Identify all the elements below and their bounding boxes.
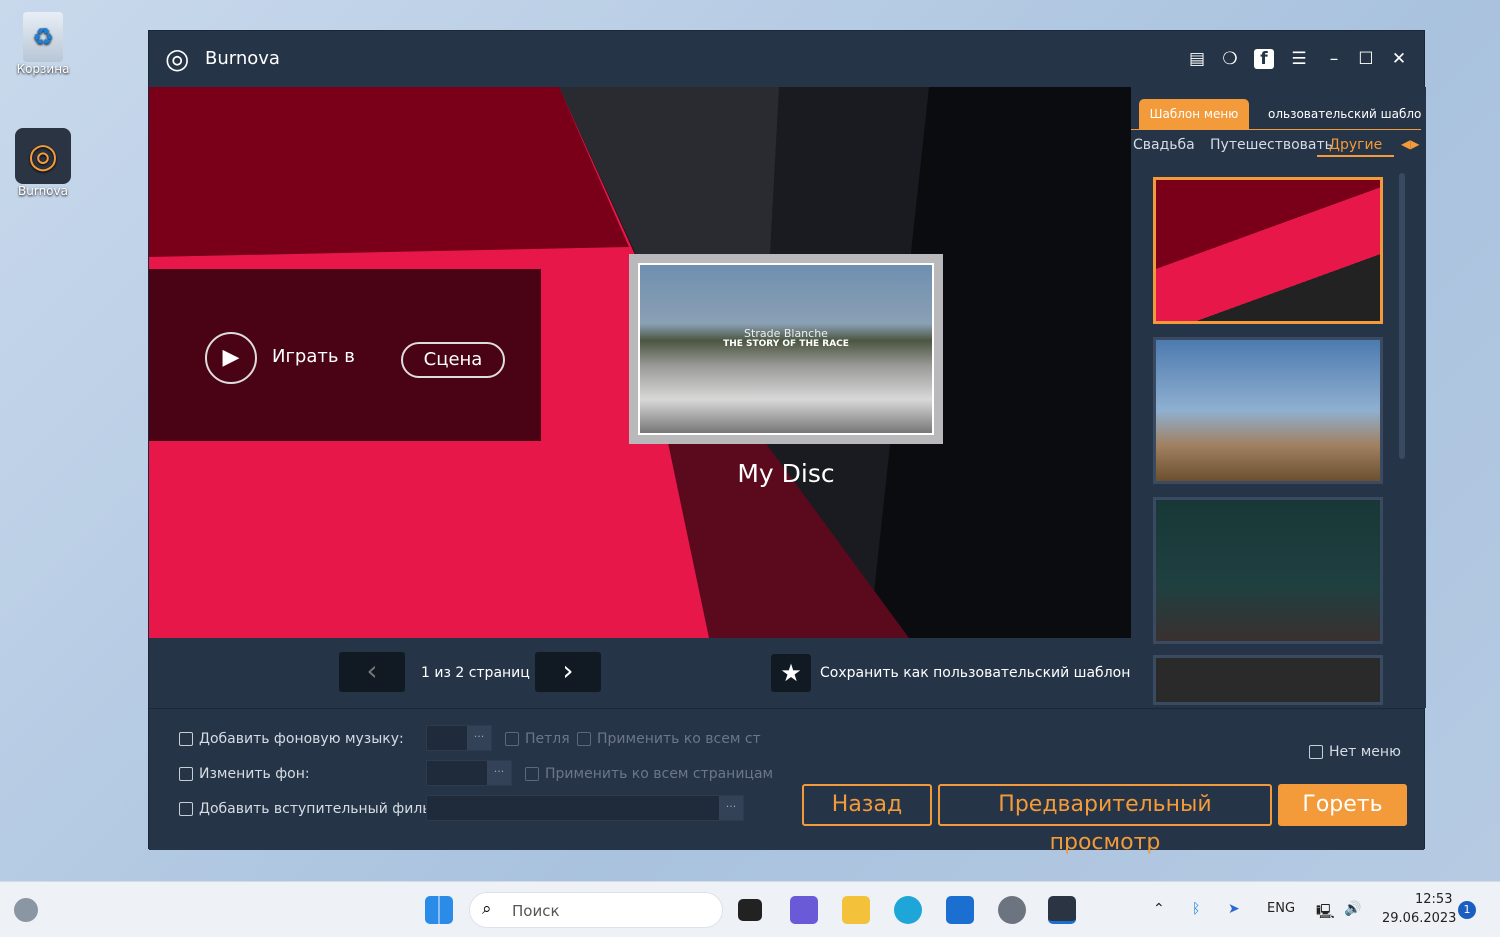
desktop-icon-label: Burnova [18, 184, 68, 198]
notification-badge[interactable]: 1 [1458, 901, 1476, 919]
play-label[interactable]: Играть в [272, 346, 355, 367]
loop-label: Петля [525, 731, 570, 747]
disc-title[interactable]: My Disc [629, 459, 943, 488]
intro-label: Добавить вступительный фильм: [199, 801, 446, 817]
desktop-icon-label: Корзина [16, 62, 70, 76]
facebook-icon[interactable]: f [1254, 49, 1274, 69]
template-scrollbar[interactable] [1399, 173, 1405, 459]
search-placeholder: Поиск [512, 902, 560, 920]
bg-music-label: Добавить фоновую музыку: [199, 731, 404, 747]
file-explorer-icon[interactable] [842, 896, 870, 924]
taskbar: ⌕ Поиск ⌃ ᛒ ➤ ENG 🖳 🔊 12:53 29.06.2023 1 [0, 881, 1500, 937]
intro-field[interactable]: ··· [426, 795, 744, 821]
task-view-icon[interactable] [738, 899, 762, 921]
menu-list-icon[interactable]: ☰ [1289, 49, 1309, 69]
change-bg-option[interactable]: Изменить фон: [179, 766, 310, 782]
star-icon[interactable]: ★ [771, 654, 811, 692]
settings-icon[interactable] [998, 896, 1026, 924]
burnova-window: ◎ Burnova ▤ ❍ f ☰ – ☐ ✕ ▶ Играть в Сцена… [148, 30, 1426, 855]
preview-button[interactable]: Предварительный просмотр [938, 784, 1272, 855]
browse-music-button[interactable]: ··· [467, 726, 491, 750]
bluetooth-icon[interactable]: ᛒ [1192, 901, 1200, 917]
category-travel[interactable]: Путешествовать [1210, 137, 1333, 153]
video-subtitle: THE STORY OF THE RACE [723, 339, 849, 349]
template-panel: Шаблон меню ользовательский шабло Свадьб… [1131, 87, 1426, 708]
menu-preview: ▶ Играть в Сцена Strade Blanche THE STOR… [149, 87, 1131, 638]
volume-icon[interactable]: 🔊 [1344, 901, 1361, 917]
bg-image-field[interactable]: ··· [426, 760, 512, 786]
feedback-icon[interactable]: ❍ [1220, 49, 1240, 69]
category-scroll-arrows-icon[interactable]: ◀▶ [1401, 137, 1419, 151]
template-thumb-red[interactable] [1153, 177, 1383, 324]
scene-button[interactable]: Сцена [401, 342, 505, 378]
page-info: 1 из 2 страниц [421, 665, 530, 681]
document-icon[interactable]: ▤ [1187, 49, 1207, 69]
burnova-taskbar-icon[interactable] [1048, 896, 1076, 924]
template-thumb-dark[interactable] [1153, 655, 1383, 705]
apply-all-music-option[interactable]: Применить ко всем ст [577, 731, 761, 747]
browse-intro-button[interactable]: ··· [719, 796, 743, 820]
title-bar: ◎ Burnova ▤ ❍ f ☰ – ☐ ✕ [149, 31, 1424, 87]
prev-page-button[interactable]: ‹ [339, 652, 405, 692]
minimize-icon[interactable]: – [1324, 49, 1344, 69]
change-bg-label: Изменить фон: [199, 766, 310, 782]
category-wedding[interactable]: Свадьба [1133, 137, 1195, 153]
intro-checkbox[interactable] [179, 802, 193, 816]
burnova-app-icon: ◎ [15, 128, 71, 184]
chat-icon[interactable] [790, 896, 818, 924]
desktop-icon-recycle-bin[interactable]: ♻ Корзина [8, 12, 78, 76]
search-icon: ⌕ [482, 899, 492, 919]
bg-music-checkbox[interactable] [179, 732, 193, 746]
store-icon[interactable] [946, 896, 974, 924]
language-indicator[interactable]: ENG [1267, 901, 1295, 916]
apply-all-bg-option[interactable]: Применить ко всем страницам [525, 766, 773, 782]
apply-all-bg-label: Применить ко всем страницам [545, 766, 774, 782]
apply-all-music-label: Применить ко всем ст [597, 731, 761, 747]
bg-music-option[interactable]: Добавить фоновую музыку: [179, 731, 404, 747]
browse-bg-button[interactable]: ··· [487, 761, 511, 785]
search-box[interactable]: ⌕ Поиск [469, 892, 723, 928]
desktop-icon-burnova[interactable]: ◎ Burnova [8, 128, 78, 198]
recycle-bin-icon: ♻ [23, 12, 63, 62]
template-thumb-road[interactable] [1153, 497, 1383, 644]
window-title: Burnova [205, 48, 280, 69]
category-other[interactable]: Другие [1317, 137, 1395, 157]
video-thumbnail[interactable]: Strade Blanche THE STORY OF THE RACE [629, 254, 943, 444]
start-icon[interactable] [425, 896, 453, 924]
change-bg-checkbox[interactable] [179, 767, 193, 781]
tab-menu-template[interactable]: Шаблон меню [1139, 99, 1249, 129]
play-button[interactable]: ▶ [205, 332, 257, 384]
tab-divider [1131, 129, 1421, 130]
location-icon[interactable]: ➤ [1228, 901, 1240, 917]
no-menu-option[interactable]: Нет меню [1309, 744, 1401, 760]
template-thumb-desert[interactable] [1153, 337, 1383, 484]
clock-date[interactable]: 29.06.2023 [1382, 911, 1456, 926]
no-menu-checkbox[interactable] [1309, 745, 1323, 759]
loop-option[interactable]: Петля [505, 731, 570, 747]
edge-icon[interactable] [894, 896, 922, 924]
save-template-button[interactable]: Сохранить как пользовательский шаблон [820, 665, 1130, 681]
maximize-icon[interactable]: ☐ [1356, 49, 1376, 69]
burn-button[interactable]: Гореть [1278, 784, 1407, 826]
loop-checkbox[interactable] [505, 732, 519, 746]
options-panel: Добавить фоновую музыку: ··· Петля Приме… [149, 708, 1424, 855]
back-button[interactable]: Назад [802, 784, 932, 826]
intro-option[interactable]: Добавить вступительный фильм: [179, 801, 446, 817]
close-icon[interactable]: ✕ [1389, 49, 1409, 69]
no-menu-label: Нет меню [1329, 744, 1401, 760]
bg-music-field[interactable]: ··· [426, 725, 492, 751]
page-navigation: ‹ 1 из 2 страниц › ★ Сохранить как польз… [149, 638, 1131, 708]
network-icon[interactable]: 🖳 [1316, 901, 1335, 925]
clock-time[interactable]: 12:53 [1415, 892, 1452, 907]
apply-all-music-checkbox[interactable] [577, 732, 591, 746]
apply-all-bg-checkbox[interactable] [525, 767, 539, 781]
next-page-button[interactable]: › [535, 652, 601, 692]
show-hidden-icons[interactable]: ⌃ [1153, 901, 1165, 917]
burnova-logo-icon: ◎ [165, 42, 190, 75]
tab-custom-template[interactable]: ользовательский шабло [1268, 107, 1421, 121]
widgets-icon[interactable] [14, 898, 38, 922]
